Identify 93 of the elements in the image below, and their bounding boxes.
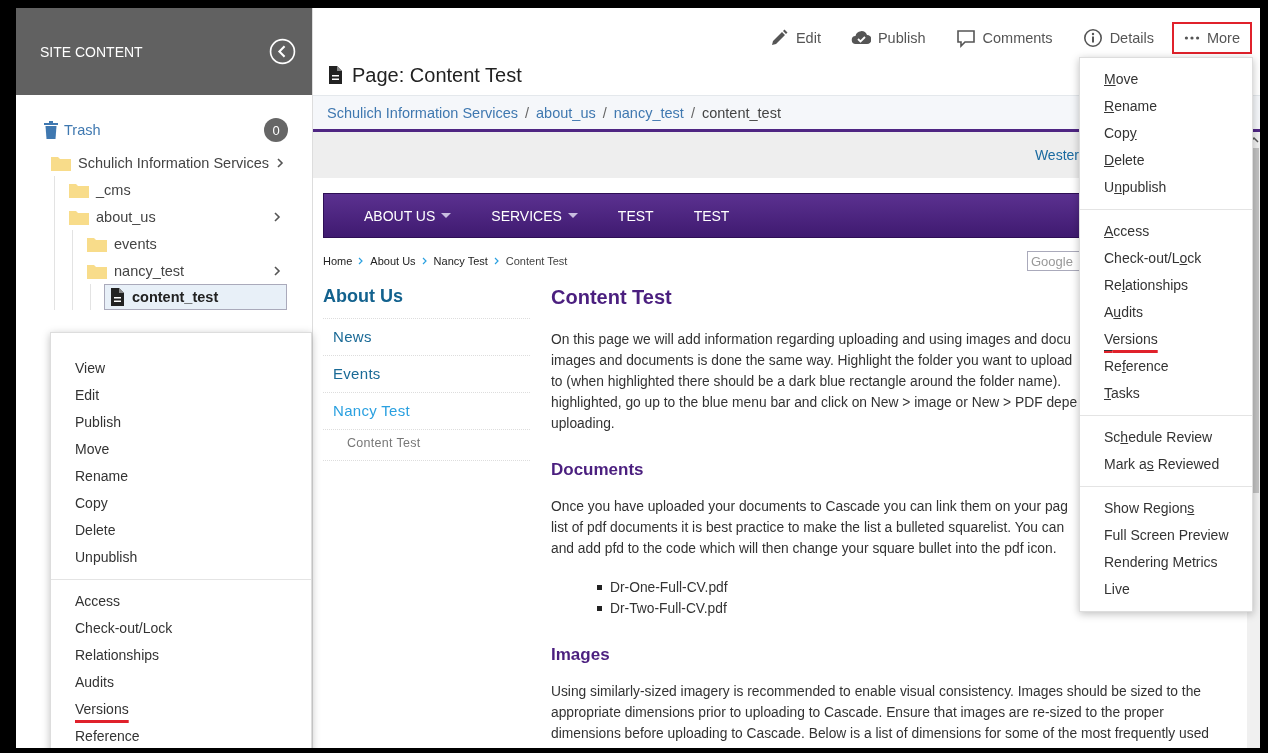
chevron-icon[interactable] bbox=[272, 210, 282, 223]
menu-item[interactable]: Relationships bbox=[51, 642, 311, 669]
menu-item[interactable]: Rename bbox=[1080, 93, 1252, 120]
nav-link[interactable]: TEST bbox=[693, 207, 730, 224]
tree-item[interactable]: _cms bbox=[68, 176, 312, 203]
tree-item[interactable]: nancy_test bbox=[86, 257, 312, 284]
chevron-icon bbox=[421, 257, 428, 265]
breadcrumb-link[interactable]: nancy_test bbox=[613, 104, 684, 121]
menu-item[interactable]: Reference bbox=[51, 723, 311, 748]
side-nav-link[interactable]: Events bbox=[323, 356, 530, 393]
trash-label[interactable]: Trash bbox=[64, 122, 101, 138]
speech-bubble-icon bbox=[955, 27, 976, 48]
breadcrumb-link[interactable]: Nancy Test bbox=[433, 255, 488, 267]
chevron-icon bbox=[358, 257, 365, 265]
section-heading: Documents bbox=[551, 460, 644, 480]
menu-item[interactable]: Live bbox=[1080, 576, 1252, 603]
nav-link[interactable]: ABOUT US bbox=[364, 207, 452, 224]
paragraph: On this page we will add information regarding uploading and using images and docu images and documents is done the same way. Highlight the folder you want to upload to (when highlighted there should be a dark blue rectangle around the folder name). highlighted, go up to the blue menu bar and click on New > image or New > PDF depe uploading. bbox=[551, 331, 1078, 433]
toolbar-button[interactable]: Details bbox=[1070, 21, 1166, 54]
count-badge: 0 bbox=[264, 118, 288, 142]
menu-item[interactable]: Copy bbox=[1080, 120, 1252, 147]
menu-item[interactable]: Audits bbox=[1080, 299, 1252, 326]
nav-link[interactable]: TEST bbox=[617, 207, 654, 224]
paragraph: Once you have uploaded your documents to Cascade you can link them on your pag list of pdf documents it is best practice to make the list a bulleted squarelist. You can and add pfd to the code which will then change your square bullet into the pdf icon. bbox=[551, 498, 1068, 558]
dropdown-caret-icon bbox=[567, 213, 578, 218]
page-icon bbox=[327, 65, 344, 85]
menu-item[interactable]: Access bbox=[1080, 218, 1252, 245]
chevron-icon[interactable] bbox=[272, 264, 282, 277]
info-icon bbox=[1082, 27, 1103, 48]
breadcrumb-link[interactable]: about_us bbox=[536, 104, 596, 121]
menu-item[interactable]: Edit bbox=[51, 382, 311, 409]
nav-link[interactable]: SERVICES bbox=[491, 207, 578, 224]
dropdown-caret-icon bbox=[441, 213, 452, 218]
breadcrumb-current: Content Test bbox=[505, 255, 568, 267]
breadcrumb-separator: / bbox=[690, 104, 695, 121]
tree-item[interactable]: content_test bbox=[104, 284, 287, 310]
page-icon bbox=[109, 287, 126, 307]
menu-item[interactable]: Show Regions bbox=[1080, 495, 1252, 522]
chevron-icon bbox=[493, 257, 500, 265]
menu-item[interactable]: Rendering Metrics bbox=[1080, 549, 1252, 576]
menu-item[interactable]: Rename bbox=[51, 463, 311, 490]
site-link[interactable]: Wester bbox=[1034, 147, 1079, 163]
menu-item[interactable]: Audits bbox=[51, 669, 311, 696]
menu-item[interactable]: Mark as Reviewed bbox=[1080, 451, 1252, 478]
file-link[interactable]: Dr-One-Full-CV.pdf bbox=[610, 577, 728, 598]
menu-item[interactable]: Schedule Review bbox=[1080, 424, 1252, 451]
breadcrumb-separator: / bbox=[525, 104, 530, 121]
side-nav-link[interactable]: News bbox=[323, 319, 530, 356]
menu-item[interactable]: Publish bbox=[51, 409, 311, 436]
chevron-icon[interactable] bbox=[275, 156, 285, 169]
section-title: About Us bbox=[323, 286, 530, 319]
paragraph: Using similarly-sized imagery is recommended to enable visual consistency. Images should be sized to the appropriate dimensions prior to uploading to Cascade. Ensure that images are re-sized to the proper dimensions before uploading to Cascade. Below is a list of dimensions for some of the most frequently used bbox=[551, 683, 1209, 743]
menu-item[interactable]: Reference bbox=[1080, 353, 1252, 380]
bullet-icon bbox=[597, 585, 602, 590]
menu-item[interactable]: Tasks bbox=[1080, 380, 1252, 407]
menu-item[interactable]: Access bbox=[51, 588, 311, 615]
tree-item[interactable]: events bbox=[86, 230, 312, 257]
menu-item[interactable]: Move bbox=[51, 436, 311, 463]
breadcrumb-link[interactable]: Schulich Information Services bbox=[327, 104, 518, 121]
section-heading: Images bbox=[551, 645, 610, 665]
menu-item[interactable]: Unpublish bbox=[1080, 174, 1252, 201]
menu-item[interactable]: Full Screen Preview bbox=[1080, 522, 1252, 549]
menu-item[interactable]: Versions bbox=[51, 696, 311, 723]
menu-item[interactable]: Copy bbox=[51, 490, 311, 517]
collapse-icon[interactable] bbox=[269, 38, 296, 65]
file-link[interactable]: Dr-Two-Full-CV.pdf bbox=[610, 598, 727, 619]
more-icon bbox=[1183, 35, 1200, 40]
trash-icon bbox=[44, 121, 58, 139]
toolbar-button[interactable]: Edit bbox=[756, 21, 833, 54]
menu-item[interactable]: View bbox=[51, 355, 311, 382]
sidebar-title: SITE CONTENT bbox=[40, 43, 143, 60]
breadcrumb-link[interactable]: About Us bbox=[370, 255, 416, 267]
breadcrumb-separator: / bbox=[602, 104, 607, 121]
tree-item[interactable]: Schulich Information Services bbox=[50, 149, 312, 176]
page-heading: Content Test bbox=[551, 286, 672, 309]
breadcrumb-current: content_test bbox=[701, 104, 781, 121]
bullet-icon bbox=[597, 606, 602, 611]
menu-item[interactable]: Check-out/Lock bbox=[51, 615, 311, 642]
menu-item[interactable]: Unpublish bbox=[51, 544, 311, 571]
page-title: Page: Content Test bbox=[352, 63, 522, 87]
side-nav-link[interactable]: Content Test bbox=[323, 430, 530, 461]
menu-item[interactable]: Delete bbox=[51, 517, 311, 544]
toolbar-button[interactable]: Comments bbox=[943, 21, 1065, 54]
menu-item[interactable]: Check-out/Lock bbox=[1080, 245, 1252, 272]
breadcrumb-link[interactable]: Home bbox=[323, 255, 353, 267]
menu-item[interactable]: Relationships bbox=[1080, 272, 1252, 299]
menu-item[interactable]: Delete bbox=[1080, 147, 1252, 174]
toolbar-button[interactable]: Publish bbox=[838, 21, 938, 54]
toolbar-button[interactable]: More bbox=[1171, 21, 1252, 54]
trash-link[interactable]: Trash bbox=[44, 121, 101, 139]
menu-item[interactable]: Move bbox=[1080, 66, 1252, 93]
tree-item[interactable]: about_us bbox=[68, 203, 312, 230]
menu-item[interactable]: Versions bbox=[1080, 326, 1252, 353]
